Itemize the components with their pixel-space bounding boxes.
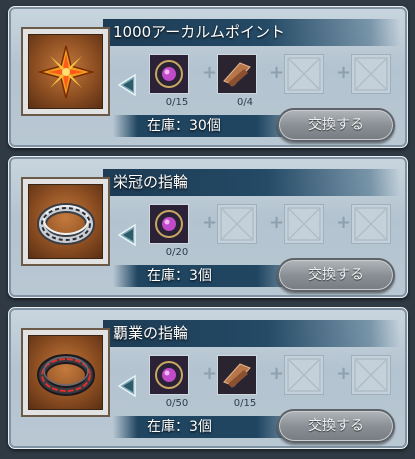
plus-icon: + bbox=[269, 363, 285, 384]
card-title: 1000アーカルムポイント bbox=[103, 19, 400, 46]
material-count-1: 0/50 bbox=[165, 398, 189, 409]
material-slot-4 bbox=[351, 54, 391, 94]
plus-icon: + bbox=[202, 363, 218, 384]
material-slot-4 bbox=[351, 355, 391, 395]
material-slot-3 bbox=[284, 355, 324, 395]
exchange-button[interactable]: 交換する bbox=[277, 108, 395, 142]
material-slot-2[interactable] bbox=[217, 54, 257, 94]
material-count-1: 0/20 bbox=[165, 247, 189, 258]
plus-icon: + bbox=[269, 62, 285, 83]
purple-gem-crest-icon bbox=[150, 356, 188, 394]
material-slot-2 bbox=[217, 204, 257, 244]
item-icon-frame[interactable] bbox=[21, 27, 110, 116]
card-title: 栄冠の指輪 bbox=[103, 169, 400, 196]
material-slot-3 bbox=[284, 54, 324, 94]
item-icon-frame[interactable] bbox=[21, 177, 110, 266]
silver-ring-icon bbox=[36, 202, 95, 245]
item-icon-frame[interactable] bbox=[21, 328, 110, 417]
material-count-1: 0/15 bbox=[165, 97, 189, 108]
empty-slot-icon bbox=[354, 207, 388, 241]
purple-gem-crest-icon bbox=[150, 55, 188, 93]
bronze-fragment-icon bbox=[218, 356, 256, 394]
material-count-2: 0/15 bbox=[233, 398, 257, 409]
scroll-left-arrow-icon[interactable] bbox=[117, 223, 143, 247]
material-slot-1[interactable] bbox=[149, 54, 189, 94]
empty-slot-icon bbox=[287, 358, 321, 392]
plus-icon: + bbox=[202, 212, 218, 233]
plus-icon: + bbox=[269, 212, 285, 233]
plus-icon: + bbox=[336, 212, 352, 233]
scroll-left-arrow-icon[interactable] bbox=[117, 374, 143, 398]
empty-slot-icon bbox=[220, 207, 254, 241]
material-slot-4 bbox=[351, 204, 391, 244]
empty-slot-icon bbox=[287, 207, 321, 241]
red-ring-icon bbox=[36, 353, 95, 396]
scroll-left-arrow-icon[interactable] bbox=[117, 73, 143, 97]
empty-slot-icon bbox=[287, 57, 321, 91]
material-slot-1[interactable] bbox=[149, 204, 189, 244]
bronze-fragment-icon bbox=[218, 55, 256, 93]
exchange-card-supremacy-ring: 覇業の指輪 0/50 + 0/15 + + 在庫：3個 交換する bbox=[8, 307, 408, 449]
empty-slot-icon bbox=[354, 57, 388, 91]
material-count-2: 0/4 bbox=[236, 97, 254, 108]
exchange-button[interactable]: 交換する bbox=[277, 409, 395, 443]
exchange-button[interactable]: 交換する bbox=[277, 258, 395, 292]
arcarum-point-star-icon bbox=[36, 45, 95, 98]
card-title: 覇業の指輪 bbox=[103, 320, 400, 347]
exchange-card-arcarum-points: 1000アーカルムポイント 0/15 + 0/4 + + 在庫：30個 交換する bbox=[8, 6, 408, 148]
plus-icon: + bbox=[336, 363, 352, 384]
material-slot-3 bbox=[284, 204, 324, 244]
plus-icon: + bbox=[202, 62, 218, 83]
plus-icon: + bbox=[336, 62, 352, 83]
purple-gem-crest-icon bbox=[150, 205, 188, 243]
material-slot-2[interactable] bbox=[217, 355, 257, 395]
exchange-card-laurel-ring: 栄冠の指輪 0/20 + + + 在庫：3個 交換する bbox=[8, 156, 408, 298]
empty-slot-icon bbox=[354, 358, 388, 392]
material-slot-1[interactable] bbox=[149, 355, 189, 395]
